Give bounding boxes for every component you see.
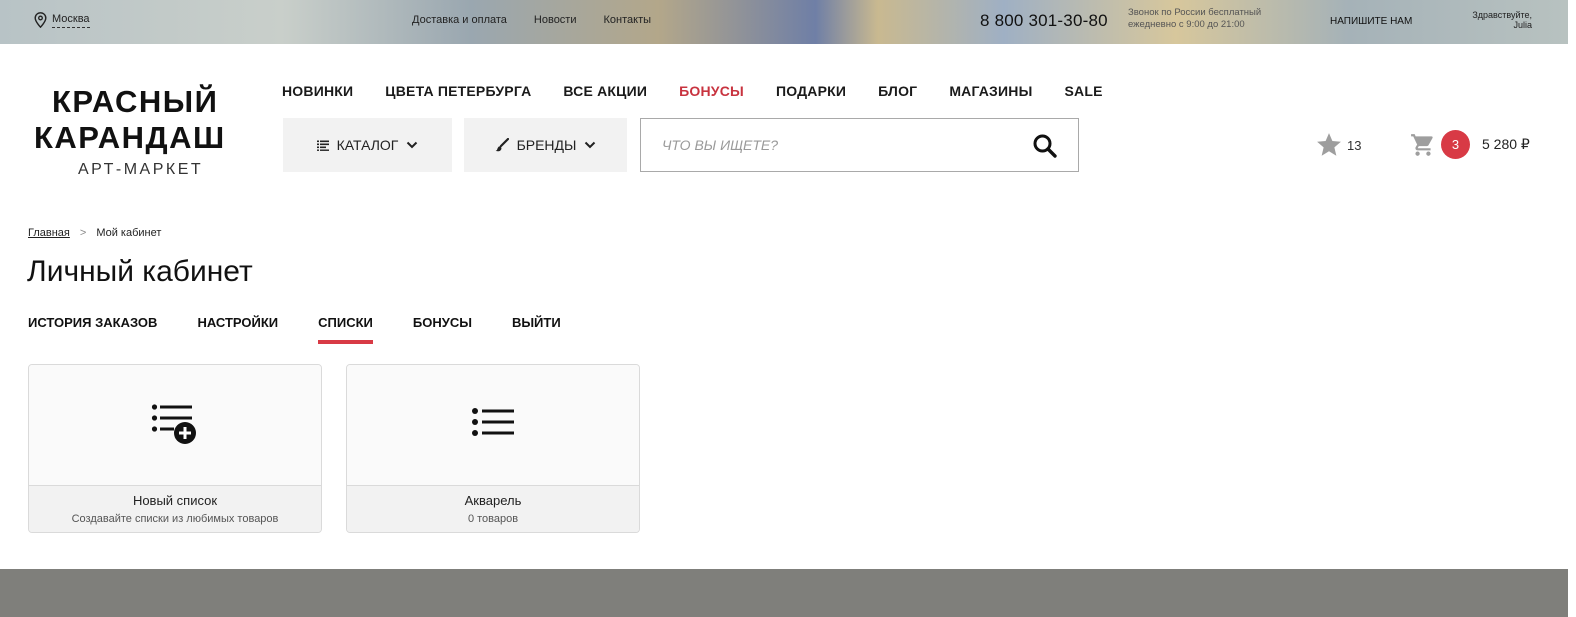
card-title: Акварель xyxy=(464,493,522,508)
link-news[interactable]: Новости xyxy=(534,14,577,26)
user-greeting[interactable]: Здравствуйте, Julia xyxy=(1472,10,1532,30)
cart-total: 5 280 ₽ xyxy=(1482,136,1530,152)
card-caption: Акварель 0 товаров xyxy=(347,485,639,532)
greeting-text: Здравствуйте, xyxy=(1472,10,1532,20)
cart-count-badge: 3 xyxy=(1441,130,1470,159)
page-title: Личный кабинет xyxy=(27,255,253,288)
search-box xyxy=(640,118,1079,172)
cart-icon xyxy=(1411,133,1433,156)
chevron-down-icon xyxy=(585,141,596,149)
brands-button[interactable]: БРЕНДЫ xyxy=(464,118,627,172)
card-caption: Новый список Создавайте списки из любимы… xyxy=(29,485,321,532)
top-links: Доставка и оплата Новости Контакты xyxy=(412,14,651,26)
breadcrumb: Главная > Мой кабинет xyxy=(28,227,161,239)
nav-gifts[interactable]: ПОДАРКИ xyxy=(776,83,846,99)
nav-bonuses[interactable]: БОНУСЫ xyxy=(679,83,744,99)
site-logo[interactable]: КРАСНЫЙ КАРАНДАШ АРТ-МАРКЕТ xyxy=(34,84,254,179)
card-subtitle: 0 товаров xyxy=(467,513,519,525)
write-us-link[interactable]: НАПИШИТЕ НАМ xyxy=(1330,16,1412,27)
card-subtitle: Создавайте списки из любимых товаров xyxy=(71,513,279,525)
breadcrumb-separator: > xyxy=(79,227,87,239)
favorites-count: 13 xyxy=(1347,137,1362,153)
card-icon-area xyxy=(347,365,639,485)
logo-line2: КАРАНДАШ xyxy=(34,120,226,155)
new-list-card[interactable]: Новый список Создавайте списки из любимы… xyxy=(28,364,322,533)
nav-promotions[interactable]: ВСЕ АКЦИИ xyxy=(563,83,647,99)
phone-note-line2: ежедневно с 9:00 до 21:00 xyxy=(1128,19,1245,30)
star-icon xyxy=(1317,133,1341,156)
phone-number[interactable]: 8 800 301-30-80 xyxy=(980,11,1108,31)
catalog-menu-icon xyxy=(316,140,329,151)
tab-logout[interactable]: ВЫЙТИ xyxy=(512,315,561,344)
card-icon-area xyxy=(29,365,321,485)
card-title: Новый список xyxy=(132,493,218,508)
tab-settings[interactable]: НАСТРОЙКИ xyxy=(197,315,278,344)
nav-new[interactable]: НОВИНКИ xyxy=(282,83,353,99)
account-tabs: ИСТОРИЯ ЗАКАЗОВ НАСТРОЙКИ СПИСКИ БОНУСЫ … xyxy=(28,315,561,344)
city-name[interactable]: Москва xyxy=(52,13,90,28)
page-footer xyxy=(0,569,1568,617)
tab-lists[interactable]: СПИСКИ xyxy=(318,315,373,344)
breadcrumb-current: Мой кабинет xyxy=(96,227,162,239)
city-selector[interactable]: Москва xyxy=(34,12,90,28)
main-nav: НОВИНКИ ЦВЕТА ПЕТЕРБУРГА ВСЕ АКЦИИ БОНУС… xyxy=(282,83,1103,99)
tab-bonuses[interactable]: БОНУСЫ xyxy=(413,315,472,344)
chevron-down-icon xyxy=(407,141,418,149)
nav-blog[interactable]: БЛОГ xyxy=(878,83,917,99)
link-delivery[interactable]: Доставка и оплата xyxy=(412,14,507,26)
logo-line3: АРТ-МАРКЕТ xyxy=(78,161,204,178)
list-add-icon xyxy=(151,404,196,444)
nav-colors-spb[interactable]: ЦВЕТА ПЕТЕРБУРГА xyxy=(385,83,531,99)
logo-line1: КРАСНЫЙ xyxy=(34,84,254,120)
nav-sale[interactable]: SALE xyxy=(1065,83,1103,99)
top-bar: Москва Доставка и оплата Новости Контакт… xyxy=(0,0,1568,44)
cart-button[interactable]: 3 5 280 ₽ xyxy=(1410,130,1530,159)
phone-note-line1: Звонок по России бесплатный xyxy=(1128,7,1262,18)
logo-line1-text: КРАСНЫЙ xyxy=(52,84,219,119)
catalog-label: КАТАЛОГ xyxy=(336,137,399,153)
tab-order-history[interactable]: ИСТОРИЯ ЗАКАЗОВ xyxy=(28,315,157,344)
favorites-button[interactable]: 13 xyxy=(1315,131,1361,159)
search-icon[interactable] xyxy=(1032,133,1058,159)
brush-icon xyxy=(495,138,509,152)
list-icon xyxy=(472,408,514,436)
breadcrumb-home[interactable]: Главная xyxy=(28,227,70,239)
location-pin-icon xyxy=(34,12,47,28)
list-card-watercolor[interactable]: Акварель 0 товаров xyxy=(346,364,640,533)
link-contacts[interactable]: Контакты xyxy=(604,14,652,26)
brands-label: БРЕНДЫ xyxy=(516,137,577,153)
nav-stores[interactable]: МАГАЗИНЫ xyxy=(949,83,1032,99)
phone-note: Звонок по России бесплатный ежедневно с … xyxy=(1128,7,1278,31)
user-name: Julia xyxy=(1513,20,1532,30)
search-input[interactable] xyxy=(641,119,1021,171)
catalog-button[interactable]: КАТАЛОГ xyxy=(283,118,452,172)
